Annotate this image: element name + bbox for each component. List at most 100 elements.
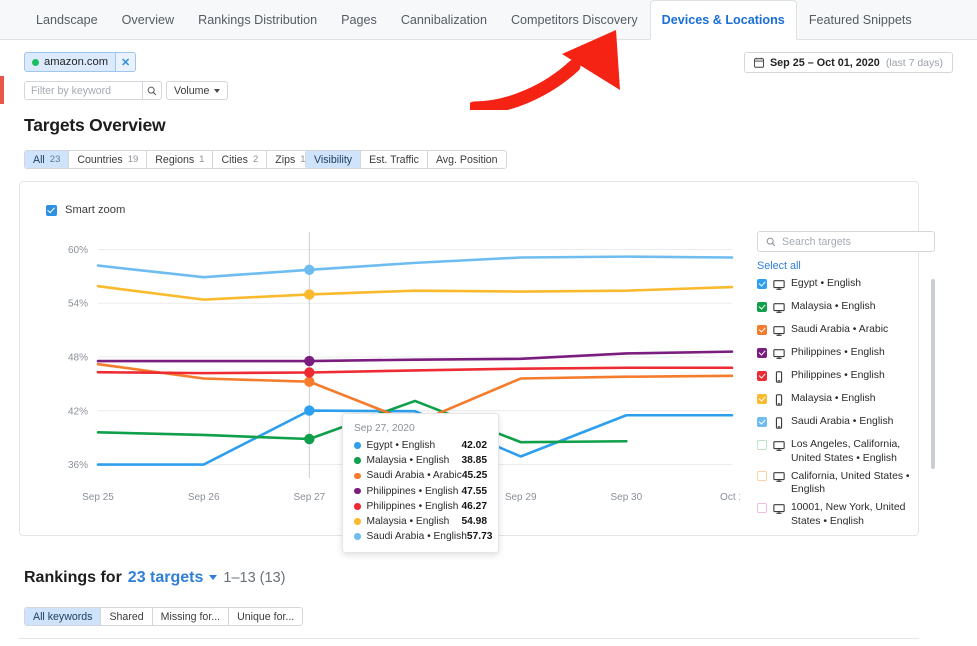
- status-dot-icon: [32, 59, 39, 66]
- target-checkbox[interactable]: [757, 440, 767, 450]
- device-type-icon: [773, 502, 785, 520]
- tab-pages[interactable]: Pages: [329, 0, 389, 39]
- series-line: [98, 286, 732, 299]
- keyword-tab-all-keywords[interactable]: All keywords: [25, 608, 101, 625]
- app-page: LandscapeOverviewRankings DistributionPa…: [0, 0, 977, 646]
- tab-competitors-discovery[interactable]: Competitors Discovery: [499, 0, 650, 39]
- tooltip-series-name: Philippines • English: [367, 501, 462, 512]
- tooltip-series-value: 46.27: [462, 501, 488, 512]
- tooltip-series-name: Egypt • English: [367, 440, 462, 451]
- scope-tab-cities[interactable]: Cities2: [213, 151, 267, 168]
- tooltip-row: Egypt • English42.02: [354, 440, 487, 451]
- target-list-item[interactable]: Malaysia • English: [757, 300, 925, 319]
- rankings-title: Rankings for 23 targets 1–13 (13): [24, 569, 285, 587]
- desktop-icon: [773, 440, 785, 452]
- scope-tab-regions[interactable]: Regions1: [147, 151, 213, 168]
- search-icon[interactable]: [142, 82, 161, 99]
- target-checkbox[interactable]: [757, 348, 767, 358]
- metric-tab-avg-position[interactable]: Avg. Position: [428, 151, 506, 168]
- tooltip-row: Saudi Arabia • Arabic45.25: [354, 470, 487, 481]
- targets-list-scrollbar[interactable]: [931, 279, 935, 469]
- targets-search-input[interactable]: Search targets: [757, 231, 935, 252]
- select-all-link[interactable]: Select all: [757, 260, 935, 272]
- target-checkbox[interactable]: [757, 371, 767, 381]
- tab-rankings-distribution[interactable]: Rankings Distribution: [186, 0, 329, 39]
- keyword-filter-input[interactable]: Filter by keyword: [24, 81, 162, 100]
- targets-search-placeholder: Search targets: [782, 236, 851, 248]
- target-label: Egypt • English: [791, 277, 861, 291]
- target-list-item[interactable]: Egypt • English: [757, 277, 925, 296]
- tab-landscape[interactable]: Landscape: [24, 0, 110, 39]
- volume-dropdown[interactable]: Volume: [166, 81, 228, 100]
- metric-tab-est-traffic[interactable]: Est. Traffic: [361, 151, 428, 168]
- volume-dropdown-label: Volume: [174, 85, 209, 97]
- bottom-divider: [19, 638, 919, 639]
- target-list-item[interactable]: 10001, New York, United States • English: [757, 501, 925, 525]
- target-label: Saudi Arabia • Arabic: [791, 323, 888, 337]
- desktop-icon: [773, 348, 785, 360]
- smart-zoom-toggle[interactable]: Smart zoom: [46, 204, 125, 216]
- domain-chip-remove-button[interactable]: ✕: [115, 53, 135, 71]
- rankings-targets-link[interactable]: 23 targets: [128, 569, 204, 587]
- tooltip-series-value: 45.25: [462, 470, 488, 481]
- chevron-down-icon[interactable]: [209, 575, 217, 580]
- tab-cannibalization[interactable]: Cannibalization: [389, 0, 499, 39]
- device-type-icon: [773, 416, 785, 434]
- tooltip-row: Saudi Arabia • English57.73: [354, 531, 487, 542]
- target-checkbox[interactable]: [757, 503, 767, 513]
- device-type-icon: [773, 301, 785, 319]
- target-list-item[interactable]: Saudi Arabia • Arabic: [757, 323, 925, 342]
- keyword-tab-unique-for[interactable]: Unique for...: [229, 608, 302, 625]
- tab-overview[interactable]: Overview: [110, 0, 186, 39]
- mobile-icon: [773, 394, 785, 406]
- tab-devices-locations[interactable]: Devices & Locations: [650, 0, 797, 40]
- metric-tab-visibility[interactable]: Visibility: [306, 151, 361, 168]
- target-checkbox[interactable]: [757, 302, 767, 312]
- tooltip-row: Malaysia • English38.85: [354, 455, 487, 466]
- device-type-icon: [773, 347, 785, 365]
- date-range-picker[interactable]: Sep 25 – Oct 01, 2020 (last 7 days): [744, 52, 953, 73]
- target-list-item[interactable]: Los Angeles, California, United States •…: [757, 438, 925, 465]
- series-highlight-point: [304, 289, 314, 299]
- series-highlight-point: [304, 376, 314, 386]
- scope-tab-all[interactable]: All 23: [25, 151, 69, 168]
- target-list-item[interactable]: California, United States • English: [757, 470, 925, 497]
- scope-tab-countries[interactable]: Countries19: [69, 151, 147, 168]
- tooltip-date: Sep 27, 2020: [354, 423, 487, 434]
- series-line: [98, 257, 732, 278]
- series-highlight-point: [304, 356, 314, 366]
- domain-chip-label: amazon.com: [44, 56, 108, 68]
- target-list-item[interactable]: Malaysia • English: [757, 392, 925, 411]
- target-checkbox[interactable]: [757, 394, 767, 404]
- tab-featured-snippets[interactable]: Featured Snippets: [797, 0, 924, 39]
- series-color-dot-icon: [354, 457, 361, 464]
- target-checkbox[interactable]: [757, 417, 767, 427]
- chart-card: Smart zoom 36%42%48%54%60%Sep 25Sep 26Se…: [19, 181, 919, 536]
- smart-zoom-checkbox[interactable]: [46, 205, 57, 216]
- tooltip-series-value: 38.85: [462, 455, 488, 466]
- target-checkbox[interactable]: [757, 471, 767, 481]
- tooltip-rows: Egypt • English42.02 Malaysia • English38…: [354, 440, 487, 542]
- target-list-item[interactable]: Philippines • English: [757, 346, 925, 365]
- keyword-tab-shared[interactable]: Shared: [101, 608, 152, 625]
- segment-label: All: [33, 154, 45, 166]
- target-checkbox[interactable]: [757, 279, 767, 289]
- segment-count: 23: [50, 154, 61, 165]
- series-color-dot-icon: [354, 473, 361, 480]
- metric-tabs: Visibility Est. Traffic Avg. Position: [305, 150, 507, 169]
- targets-list[interactable]: Egypt • English Malaysia • English Saudi A…: [757, 277, 935, 525]
- tooltip-series-name: Philippines • English: [367, 486, 462, 497]
- y-axis-tick-label: 36%: [68, 460, 88, 471]
- target-checkbox[interactable]: [757, 325, 767, 335]
- x-axis-tick-label: Sep 25: [82, 492, 114, 503]
- annotation-arrow-icon: [470, 28, 650, 110]
- domain-chip[interactable]: amazon.com ✕: [24, 52, 136, 72]
- target-list-item[interactable]: Philippines • English: [757, 369, 925, 388]
- segment-label: Regions: [155, 154, 194, 166]
- tooltip-series-name: Saudi Arabia • Arabic: [367, 470, 462, 481]
- target-list-item[interactable]: Saudi Arabia • English: [757, 415, 925, 434]
- tooltip-series-value: 57.73: [467, 531, 493, 542]
- keyword-tab-missing-for[interactable]: Missing for...: [153, 608, 229, 625]
- segment-count: 19: [128, 154, 139, 165]
- segment-label: Est. Traffic: [369, 154, 419, 166]
